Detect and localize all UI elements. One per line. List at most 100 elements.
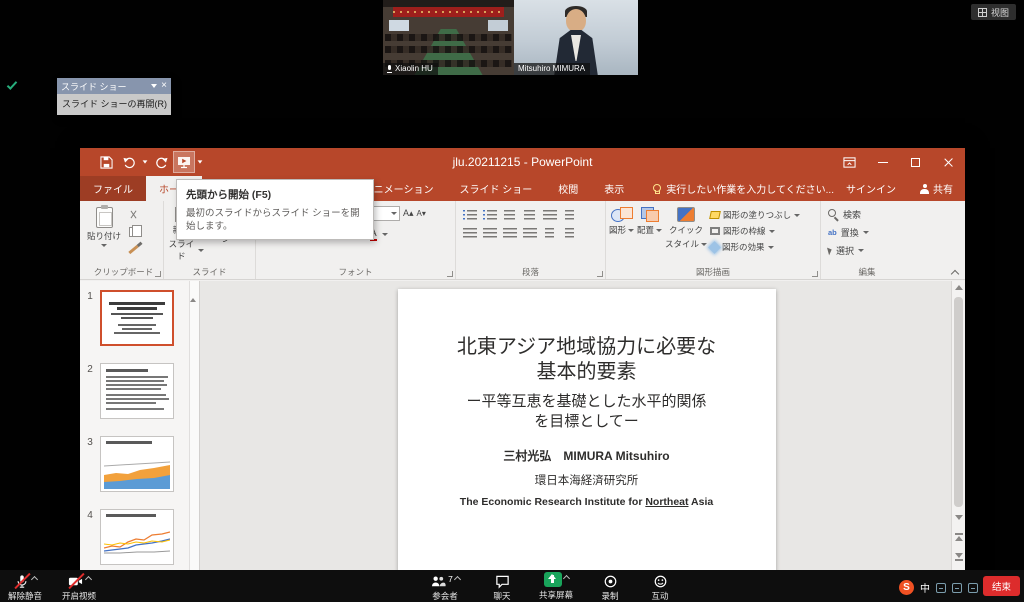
video-options-chevron-icon[interactable]	[84, 576, 91, 583]
indent-increase-icon[interactable]	[521, 207, 538, 222]
sign-in-link[interactable]: サインイン	[834, 181, 908, 196]
tab-file[interactable]: ファイル	[80, 176, 146, 201]
ime-keyboard-icon[interactable]	[952, 583, 962, 593]
thumbnail-scrollbar[interactable]	[189, 281, 199, 570]
shapes-button[interactable]: 図形	[609, 204, 634, 266]
close-button[interactable]	[932, 148, 965, 176]
share-button-label: 共有	[933, 181, 953, 196]
tell-me-box[interactable]: 実行したい作業を入力してください...	[651, 176, 834, 201]
video-tile-conference-room[interactable]: Xiaolin HU	[383, 0, 514, 75]
shape-effects-icon	[708, 241, 721, 254]
sogou-ime-icon[interactable]: S	[899, 580, 914, 595]
indent-decrease-icon[interactable]	[501, 207, 518, 222]
maximize-button[interactable]	[899, 148, 932, 176]
workspace: 1 2	[80, 281, 965, 570]
start-from-beginning-button[interactable]	[174, 152, 194, 172]
powerpoint-titlebar[interactable]: jlu.20211215 - PowerPoint	[80, 148, 965, 176]
record-button[interactable]: 录制	[590, 573, 630, 602]
undo-dropdown-icon[interactable]	[143, 160, 148, 163]
video-tile-speaker[interactable]: Mitsuhiro MIMURA	[514, 0, 638, 75]
arrange-button[interactable]: 配置	[637, 204, 662, 266]
ime-mode-indicator[interactable]: 中	[920, 580, 930, 595]
tab-view[interactable]: 表示	[591, 176, 637, 201]
quick-styles-button[interactable]: クイック スタイル	[665, 204, 707, 266]
slide-thumbnail-3[interactable]: 3	[80, 436, 199, 492]
ime-voice-icon[interactable]	[936, 583, 946, 593]
share-screen-button[interactable]: 共享屏幕	[532, 572, 580, 601]
start-video-button[interactable]: 开启视频	[62, 573, 96, 602]
slide-thumbnail-1[interactable]: 1	[80, 290, 199, 346]
scrollbar-thumb[interactable]	[954, 297, 963, 507]
slide-organization-en: The Economic Research Institute for Nort…	[398, 496, 776, 508]
view-button[interactable]: 视图	[971, 4, 1016, 20]
paragraph-dialog-launcher-icon[interactable]	[597, 271, 603, 277]
paste-button[interactable]: 貼り付け	[87, 204, 121, 266]
tab-review[interactable]: 校閲	[545, 176, 591, 201]
next-slide-button[interactable]	[955, 553, 963, 561]
format-painter-icon[interactable]	[125, 242, 141, 256]
slide-1-preview[interactable]	[100, 290, 174, 346]
align-left-icon[interactable]	[461, 225, 478, 240]
bullets-icon[interactable]	[461, 207, 478, 222]
reactions-button[interactable]: 互动	[640, 573, 680, 602]
popup-close-icon[interactable]: ×	[161, 81, 167, 91]
qat-customize-icon[interactable]	[198, 160, 203, 163]
shape-outline-button[interactable]: 図形の枠線	[710, 225, 800, 237]
current-slide[interactable]: 北東アジア地域協力に必要な 基本的要素 ー平等互恵を基礎とした水平的関係 を目標…	[398, 289, 776, 570]
text-direction-icon[interactable]	[561, 207, 578, 222]
chat-label: 聊天	[493, 590, 510, 602]
slide-4-preview[interactable]	[100, 509, 174, 565]
start-video-label: 开启视频	[62, 590, 96, 602]
thumbnail-scroll-up-icon[interactable]	[190, 281, 196, 302]
resume-slideshow-menu-item[interactable]: スライド ショーの再開(R)	[57, 94, 171, 115]
increase-font-size-icon[interactable]: A▴	[403, 208, 414, 219]
share-button[interactable]: 共有	[908, 181, 965, 196]
unmute-button[interactable]: 解除静音	[8, 573, 42, 602]
shape-effects-button[interactable]: 図形の効果	[710, 241, 800, 253]
ribbon-display-options-icon[interactable]	[833, 148, 866, 176]
audio-options-chevron-icon[interactable]	[30, 576, 37, 583]
collapse-ribbon-icon[interactable]	[952, 269, 959, 276]
columns-icon[interactable]	[541, 225, 558, 240]
slide-3-preview[interactable]	[100, 436, 174, 492]
slide-thumbnail-4[interactable]: 4	[80, 509, 199, 565]
slideshow-popup-titlebar[interactable]: スライド ショー ×	[57, 78, 171, 94]
minimize-button[interactable]	[866, 148, 899, 176]
decrease-font-size-icon[interactable]: A▾	[417, 209, 426, 218]
font-dialog-launcher-icon[interactable]	[447, 271, 453, 277]
scroll-up-icon[interactable]	[955, 285, 963, 290]
numbering-icon[interactable]	[481, 207, 498, 222]
vertical-scrollbar[interactable]	[951, 281, 965, 570]
chat-button[interactable]: 聊天	[482, 573, 522, 602]
find-button[interactable]: 検索	[828, 208, 910, 221]
smartart-convert-icon[interactable]	[561, 225, 578, 240]
drawing-dialog-launcher-icon[interactable]	[812, 271, 818, 277]
popup-dropdown-icon[interactable]	[151, 84, 157, 88]
undo-icon[interactable]	[119, 152, 139, 172]
select-button[interactable]: 選択	[828, 244, 910, 257]
replace-button[interactable]: ab 置換	[828, 226, 910, 239]
align-center-icon[interactable]	[481, 225, 498, 240]
previous-slide-button[interactable]	[955, 533, 963, 541]
end-meeting-button[interactable]: 结束	[983, 576, 1020, 596]
audience-row	[385, 34, 512, 41]
ime-toolbox-icon[interactable]	[968, 583, 978, 593]
annotation-check-icon	[7, 79, 17, 90]
participants-chevron-icon[interactable]	[454, 576, 461, 583]
tab-slide-show[interactable]: スライド ショー	[446, 176, 545, 201]
align-right-icon[interactable]	[501, 225, 518, 240]
line-chart-mini	[104, 524, 170, 558]
cut-icon[interactable]	[125, 208, 141, 222]
slide-2-preview[interactable]	[100, 363, 174, 419]
save-icon[interactable]	[96, 152, 116, 172]
line-spacing-icon[interactable]	[541, 207, 558, 222]
share-options-chevron-icon[interactable]	[562, 575, 569, 582]
shape-fill-button[interactable]: 図形の塗りつぶし	[710, 209, 800, 221]
clipboard-dialog-launcher-icon[interactable]	[155, 271, 161, 277]
participants-button[interactable]: 7 参会者	[418, 573, 472, 602]
justify-icon[interactable]	[521, 225, 538, 240]
scroll-down-icon[interactable]	[955, 515, 963, 520]
copy-icon[interactable]	[125, 225, 141, 239]
redo-icon[interactable]	[151, 152, 171, 172]
slide-thumbnail-2[interactable]: 2	[80, 363, 199, 419]
